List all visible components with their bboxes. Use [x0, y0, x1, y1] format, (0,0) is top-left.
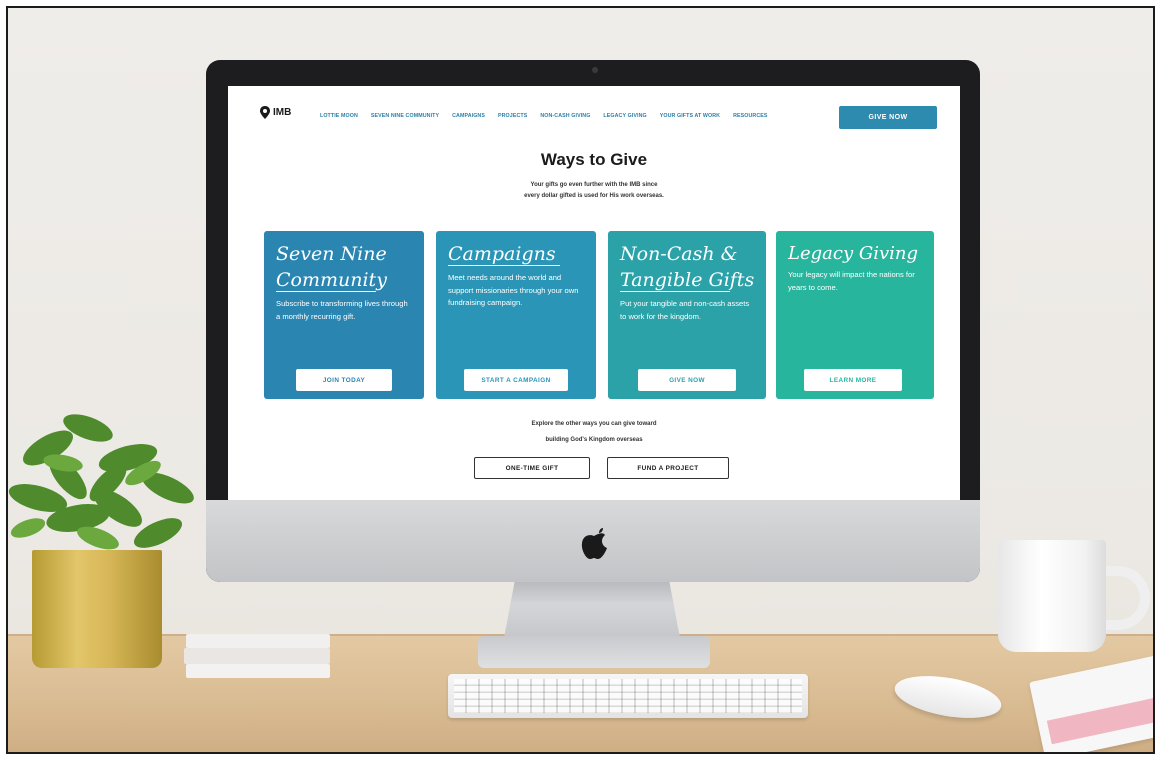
intro-line-1: Your gifts go even further with the IMB … — [530, 182, 658, 188]
nav-legacy-giving[interactable]: LEGACY GIVING — [603, 113, 646, 119]
fund-a-project-button[interactable]: FUND A PROJECT — [607, 457, 729, 479]
nav-resources[interactable]: RESOURCES — [733, 113, 767, 119]
nav-links: LOTTIE MOON SEVEN NINE COMMUNITY CAMPAIG… — [320, 113, 781, 119]
card-title-line-2: Community — [276, 269, 387, 291]
card-campaigns: Campaigns Meet needs around the world an… — [436, 231, 596, 399]
monitor-chin — [206, 500, 980, 582]
card-non-cash-tangible-gifts: Non-Cash & Tangible Gifts Put your tangi… — [608, 231, 766, 399]
nav-projects[interactable]: PROJECTS — [498, 113, 527, 119]
nav-campaigns[interactable]: CAMPAIGNS — [452, 113, 485, 119]
gold-pot — [32, 550, 162, 668]
nav-seven-nine-community[interactable]: SEVEN NINE COMMUNITY — [371, 113, 439, 119]
page-title: Ways to Give — [540, 150, 648, 169]
monitor-stand — [504, 582, 680, 638]
start-a-campaign-button[interactable]: START A CAMPAIGN — [464, 369, 568, 391]
keyboard-keys — [454, 679, 802, 713]
giving-cards: Seven Nine Community Subscribe to transf… — [264, 231, 934, 399]
nav-non-cash-giving[interactable]: NON-CASH GIVING — [540, 113, 590, 119]
imb-logo[interactable]: IMB — [260, 106, 291, 119]
card-title-line-1: Seven Nine — [276, 243, 387, 265]
one-time-gift-button[interactable]: ONE-TIME GIFT — [474, 457, 590, 479]
photo-frame: IMB LOTTIE MOON SEVEN NINE COMMUNITY CAM… — [6, 6, 1155, 754]
top-nav: IMB LOTTIE MOON SEVEN NINE COMMUNITY CAM… — [228, 86, 960, 136]
camera-icon — [592, 67, 598, 73]
card-title-line-1: Non-Cash & — [620, 243, 738, 265]
card-title-line-2: Tangible Gifts — [620, 269, 755, 291]
nav-your-gifts-at-work[interactable]: YOUR GIFTS AT WORK — [660, 113, 720, 119]
apple-logo-icon — [581, 528, 607, 559]
nav-lottie-moon[interactable]: LOTTIE MOON — [320, 113, 358, 119]
explore-line-2: building God's Kingdom overseas — [545, 437, 643, 443]
monitor-stand-base — [478, 636, 710, 668]
give-now-button[interactable]: GIVE NOW — [839, 106, 937, 129]
card-title-line-1: Campaigns — [448, 243, 556, 265]
card-title-line-1: Legacy Giving — [788, 243, 919, 264]
card-body: Put your tangible and non-cash assets to… — [620, 299, 750, 321]
learn-more-button[interactable]: LEARN MORE — [804, 369, 902, 391]
card-body: Meet needs around the world and support … — [448, 273, 579, 307]
card-body: Your legacy will impact the nations for … — [788, 270, 915, 292]
website-screen: IMB LOTTIE MOON SEVEN NINE COMMUNITY CAM… — [228, 86, 960, 500]
book-stack-icon — [184, 634, 330, 678]
join-today-button[interactable]: JOIN TODAY — [296, 369, 392, 391]
explore-text: Explore the other ways you can give towa… — [228, 416, 960, 448]
explore-line-1: Explore the other ways you can give towa… — [531, 421, 657, 427]
coffee-mug-icon — [998, 540, 1106, 652]
keyboard-icon — [448, 674, 808, 718]
logo-text: IMB — [273, 107, 292, 118]
map-pin-icon — [260, 106, 270, 119]
card-seven-nine-community: Seven Nine Community Subscribe to transf… — [264, 231, 424, 399]
card-body: Subscribe to transforming lives through … — [276, 299, 408, 321]
card-legacy-giving: Legacy Giving Your legacy will impact th… — [776, 231, 934, 399]
intro-text: Your gifts go even further with the IMB … — [228, 180, 960, 202]
intro-line-2: every dollar gifted is used for His work… — [524, 193, 664, 199]
give-now-card-button[interactable]: GIVE NOW — [638, 369, 736, 391]
